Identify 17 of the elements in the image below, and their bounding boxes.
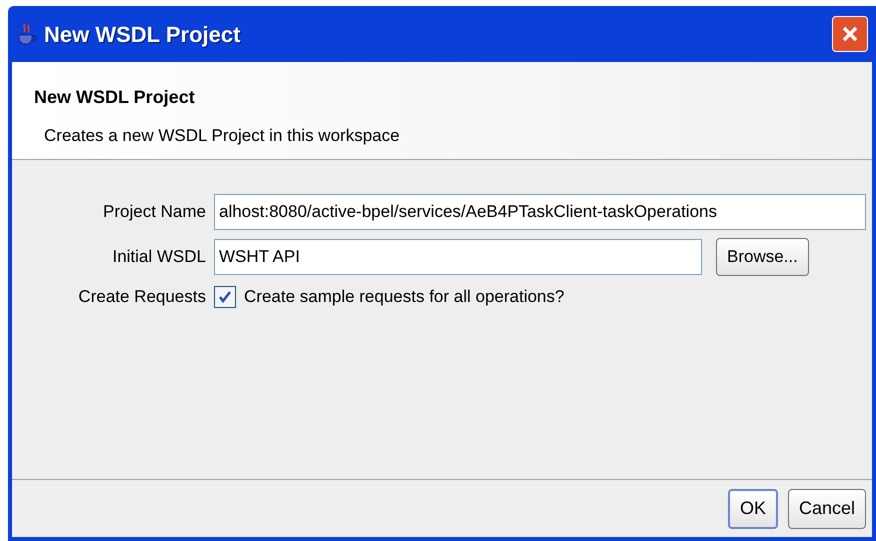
browse-button[interactable]: Browse... — [716, 238, 809, 276]
coffee-cup-icon — [16, 22, 38, 46]
field-label: Project Name — [102, 201, 206, 224]
dialog-button[interactable]: OK — [728, 488, 778, 528]
project-name-field[interactable]: alhost:8080/active-bpel/services/AeB4PTaskClient-taskOperations — [214, 194, 866, 230]
field-label: Initial WSDL — [111, 246, 206, 268]
checkmark-icon — [217, 288, 233, 305]
close-icon — [840, 24, 860, 44]
field-label: Create Requests — [77, 286, 206, 308]
initial-wsdl-field[interactable]: WSHT API — [214, 239, 702, 275]
header-title: New WSDL Project — [34, 86, 195, 109]
checkbox-label: Create sample requests for all operations? — [244, 286, 564, 308]
checkbox[interactable] — [214, 286, 236, 308]
close-button[interactable] — [832, 16, 868, 52]
dialog-button[interactable]: Cancel — [788, 488, 866, 528]
header-description: Creates a new WSDL Project in this workspace — [43, 125, 400, 147]
window-title: New WSDL Project — [44, 20, 240, 49]
